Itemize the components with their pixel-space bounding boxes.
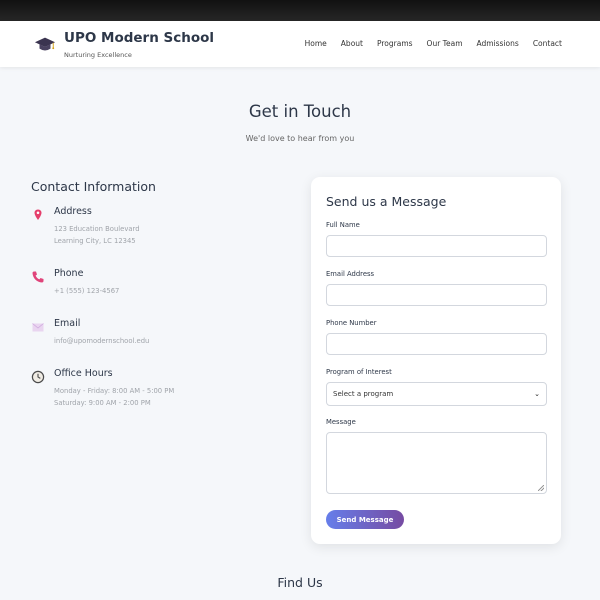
nav-admissions[interactable]: Admissions	[477, 39, 519, 48]
phone-icon	[32, 271, 44, 283]
main-nav: Home About Programs Our Team Admissions …	[291, 39, 562, 48]
nav-our-team[interactable]: Our Team	[427, 39, 463, 48]
program-select[interactable]: Select a program ⌄	[326, 382, 547, 406]
email-title: Email	[54, 318, 81, 329]
page-subtitle: We'd love to hear from you	[245, 134, 355, 143]
page-title: Get in Touch	[248, 102, 352, 121]
phone-label: Phone Number	[326, 319, 377, 327]
phone-number: +1 (555) 123-4567	[54, 287, 120, 295]
resize-handle-icon[interactable]	[538, 485, 544, 491]
map-pin-icon	[34, 209, 42, 220]
envelope-icon	[32, 323, 44, 332]
nav-programs[interactable]: Programs	[377, 39, 413, 48]
full-name-label: Full Name	[326, 221, 360, 229]
email-label: Email Address	[326, 270, 375, 278]
brand-title[interactable]: UPO Modern School	[64, 30, 214, 46]
brand-tagline: Nurturing Excellence	[64, 51, 132, 59]
program-label: Program of Interest	[326, 368, 392, 376]
hours-title: Office Hours	[54, 368, 113, 379]
browser-top-bar	[0, 0, 600, 21]
find-us-heading: Find Us	[277, 575, 323, 590]
program-select-value: Select a program	[333, 390, 394, 398]
email-address: info@upomodernschool.edu	[54, 337, 150, 345]
contact-form-card: Send us a Message Full Name Email Addres…	[311, 177, 561, 544]
message-label: Message	[326, 418, 356, 426]
contact-info-heading: Contact Information	[31, 179, 156, 194]
address-line-1: 123 Education Boulevard	[54, 225, 140, 233]
phone-input[interactable]	[326, 333, 547, 355]
nav-contact[interactable]: Contact	[533, 39, 562, 48]
full-name-input[interactable]	[326, 235, 547, 257]
graduation-cap-icon	[34, 37, 56, 51]
phone-title: Phone	[54, 268, 84, 279]
email-input[interactable]	[326, 284, 547, 306]
nav-home[interactable]: Home	[305, 39, 327, 48]
form-title: Send us a Message	[326, 194, 447, 209]
message-textarea[interactable]	[326, 432, 547, 494]
address-line-2: Learning City, LC 12345	[54, 237, 136, 245]
nav-about[interactable]: About	[341, 39, 363, 48]
clock-icon	[31, 370, 45, 384]
site-header: UPO Modern School Nurturing Excellence H…	[0, 21, 600, 67]
send-message-button[interactable]: Send Message	[326, 510, 404, 529]
hours-weekdays: Monday - Friday: 8:00 AM - 5:00 PM	[54, 387, 175, 395]
hours-saturday: Saturday: 9:00 AM - 2:00 PM	[54, 399, 151, 407]
address-title: Address	[54, 206, 92, 217]
chevron-down-icon: ⌄	[534, 390, 540, 398]
